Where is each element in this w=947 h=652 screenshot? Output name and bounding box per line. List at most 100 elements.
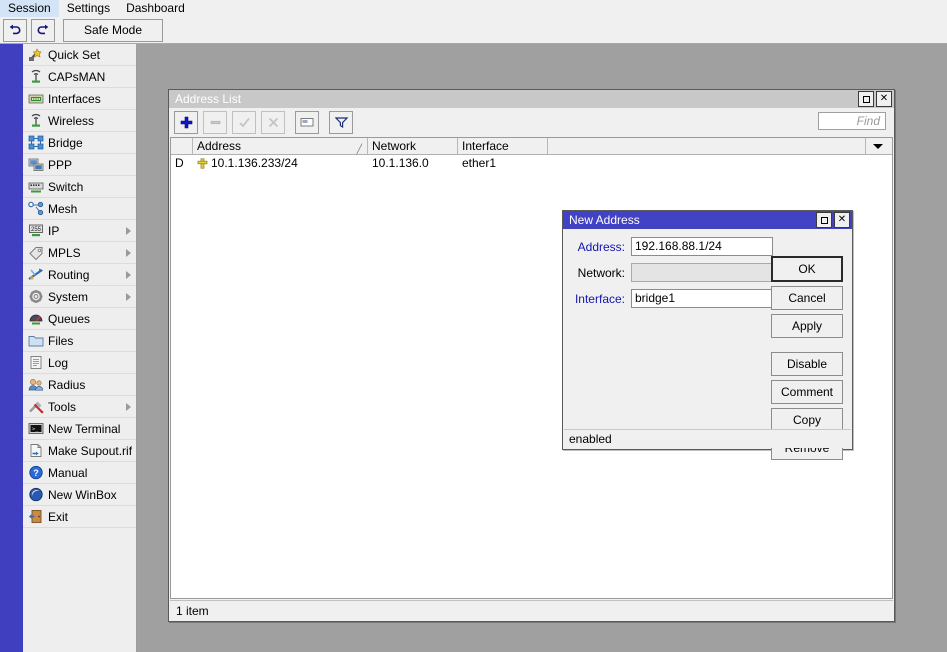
sidebar-item-label: Wireless (48, 113, 95, 128)
interface-field-label[interactable]: Interface: (563, 292, 631, 306)
mesh-icon (27, 201, 44, 217)
sidebar-item-routing[interactable]: Routing (23, 264, 136, 286)
submenu-arrow-icon (126, 402, 131, 411)
sidebar-item-label: Interfaces (48, 91, 101, 106)
safe-mode-button[interactable]: Safe Mode (63, 18, 163, 42)
dynamic-address-icon (197, 157, 208, 169)
wand-icon (27, 47, 44, 63)
menu-item-dashboard[interactable]: Dashboard (118, 0, 193, 17)
network-field-row: Network: (563, 263, 793, 282)
ok-button[interactable]: OK (771, 256, 843, 282)
chevron-down-icon (872, 143, 883, 149)
address-list-title: Address List (175, 92, 242, 106)
sidebar-menu: Quick Set CAPsMAN Interfaces Wireless Bridge… (23, 44, 137, 652)
column-header-label: Address (197, 139, 242, 153)
tools-icon (27, 399, 44, 415)
mpls-tag-icon (27, 245, 44, 261)
table-row[interactable]: D 10.1.136.233/24 10.1.136.0 ether1 (171, 155, 892, 172)
sidebar-item-label: CAPsMAN (48, 69, 106, 84)
sidebar-item-new-winbox[interactable]: New WinBox (23, 484, 136, 506)
undo-button[interactable] (3, 18, 27, 42)
sidebar-item-quick-set[interactable]: Quick Set (23, 44, 136, 66)
new-address-statusbar: enabled (564, 429, 851, 448)
disable-button[interactable]: Disable (771, 352, 843, 376)
sidebar-accent-strip (0, 44, 23, 652)
sidebar-item-label: Log (48, 355, 69, 370)
column-header-spare[interactable] (548, 138, 866, 154)
address-field-label[interactable]: Address: (563, 240, 631, 254)
sidebar-item-log[interactable]: Log (23, 352, 136, 374)
network-input[interactable] (631, 263, 773, 282)
sidebar-item-system[interactable]: System (23, 286, 136, 308)
remove-address-button[interactable] (203, 110, 227, 134)
sidebar-item-ip[interactable]: 255 IP (23, 220, 136, 242)
sidebar-item-make-supout-rif[interactable]: Make Supout.rif (23, 440, 136, 462)
address-list-titlebar[interactable]: Address List ✕ (169, 90, 894, 108)
winbox-app-window: Session Settings Dashboard Safe Mode Qui… (0, 0, 947, 652)
svg-text:?: ? (33, 468, 39, 478)
sidebar-item-label: Routing (48, 267, 90, 282)
cell-address-text: 10.1.136.233/24 (211, 156, 298, 170)
column-chooser-button[interactable] (866, 138, 885, 154)
sidebar-item-bridge[interactable]: Bridge (23, 132, 136, 154)
redo-button[interactable] (31, 18, 55, 42)
address-spacer (776, 237, 793, 256)
comment-button[interactable]: Comment (771, 380, 843, 404)
routing-icon (27, 267, 44, 283)
add-address-button[interactable] (174, 110, 198, 134)
main-toolbar: Safe Mode (0, 17, 947, 44)
log-page-icon (27, 355, 44, 371)
antenna-icon (27, 113, 44, 129)
sidebar-item-queues[interactable]: Queues (23, 308, 136, 330)
new-address-title: New Address (569, 213, 640, 227)
enable-address-button[interactable] (232, 110, 256, 134)
new-address-close-button[interactable]: ✕ (834, 212, 850, 228)
ppp-icon (27, 157, 44, 173)
sidebar-item-tools[interactable]: Tools (23, 396, 136, 418)
help-question-icon: ? (27, 465, 44, 481)
terminal-icon: >_ (27, 421, 44, 437)
address-list-maximize-button[interactable] (858, 91, 874, 107)
address-list-close-button[interactable]: ✕ (876, 91, 892, 107)
menu-item-settings[interactable]: Settings (59, 0, 118, 17)
new-address-titlebar[interactable]: New Address ✕ (563, 211, 852, 229)
filter-address-button[interactable] (329, 110, 353, 134)
sidebar-item-mesh[interactable]: Mesh (23, 198, 136, 220)
column-header-label: Interface (462, 139, 509, 153)
disable-address-button[interactable] (261, 110, 285, 134)
sidebar-item-exit[interactable]: Exit (23, 506, 136, 528)
column-sort-indicator-icon: ╱ (356, 144, 362, 154)
sidebar-item-label: Tools (48, 399, 77, 414)
new-address-maximize-button[interactable] (816, 212, 832, 228)
antenna-icon (27, 69, 44, 85)
sidebar-item-capsman[interactable]: CAPsMAN (23, 66, 136, 88)
sidebar-item-mpls[interactable]: MPLS (23, 242, 136, 264)
sidebar-item-switch[interactable]: Switch (23, 176, 136, 198)
sidebar-item-label: Exit (48, 509, 69, 524)
sidebar-item-new-terminal[interactable]: >_ New Terminal (23, 418, 136, 440)
apply-button[interactable]: Apply (771, 314, 843, 338)
cancel-button[interactable]: Cancel (771, 286, 843, 310)
sidebar-item-interfaces[interactable]: Interfaces (23, 88, 136, 110)
svg-text:>_: >_ (32, 426, 39, 432)
sidebar-item-radius[interactable]: Radius (23, 374, 136, 396)
find-input[interactable]: Find (818, 112, 886, 130)
submenu-arrow-icon (126, 226, 131, 235)
new-address-form: Address: 192.168.88.1/24 Network: Interf… (563, 237, 793, 315)
address-list-item-count: 1 item (176, 603, 209, 618)
comment-address-button[interactable] (295, 110, 319, 134)
address-input[interactable]: 192.168.88.1/24 (631, 237, 773, 256)
sidebar-item-ppp[interactable]: PPP (23, 154, 136, 176)
sidebar-item-manual[interactable]: ? Manual (23, 462, 136, 484)
column-header-interface[interactable]: Interface (458, 138, 548, 154)
column-header-flag[interactable] (171, 138, 193, 154)
menu-item-session[interactable]: Session (0, 0, 59, 17)
interface-input[interactable]: bridge1 (631, 289, 773, 308)
address-list-grid-header: Address ╱ Network Interface (171, 138, 892, 155)
sidebar-item-files[interactable]: Files (23, 330, 136, 352)
column-header-address[interactable]: Address ╱ (193, 138, 368, 154)
ip-255-icon: 255 (27, 223, 44, 239)
sidebar-item-wireless[interactable]: Wireless (23, 110, 136, 132)
column-header-network[interactable]: Network (368, 138, 458, 154)
column-header-label: Network (372, 139, 417, 153)
